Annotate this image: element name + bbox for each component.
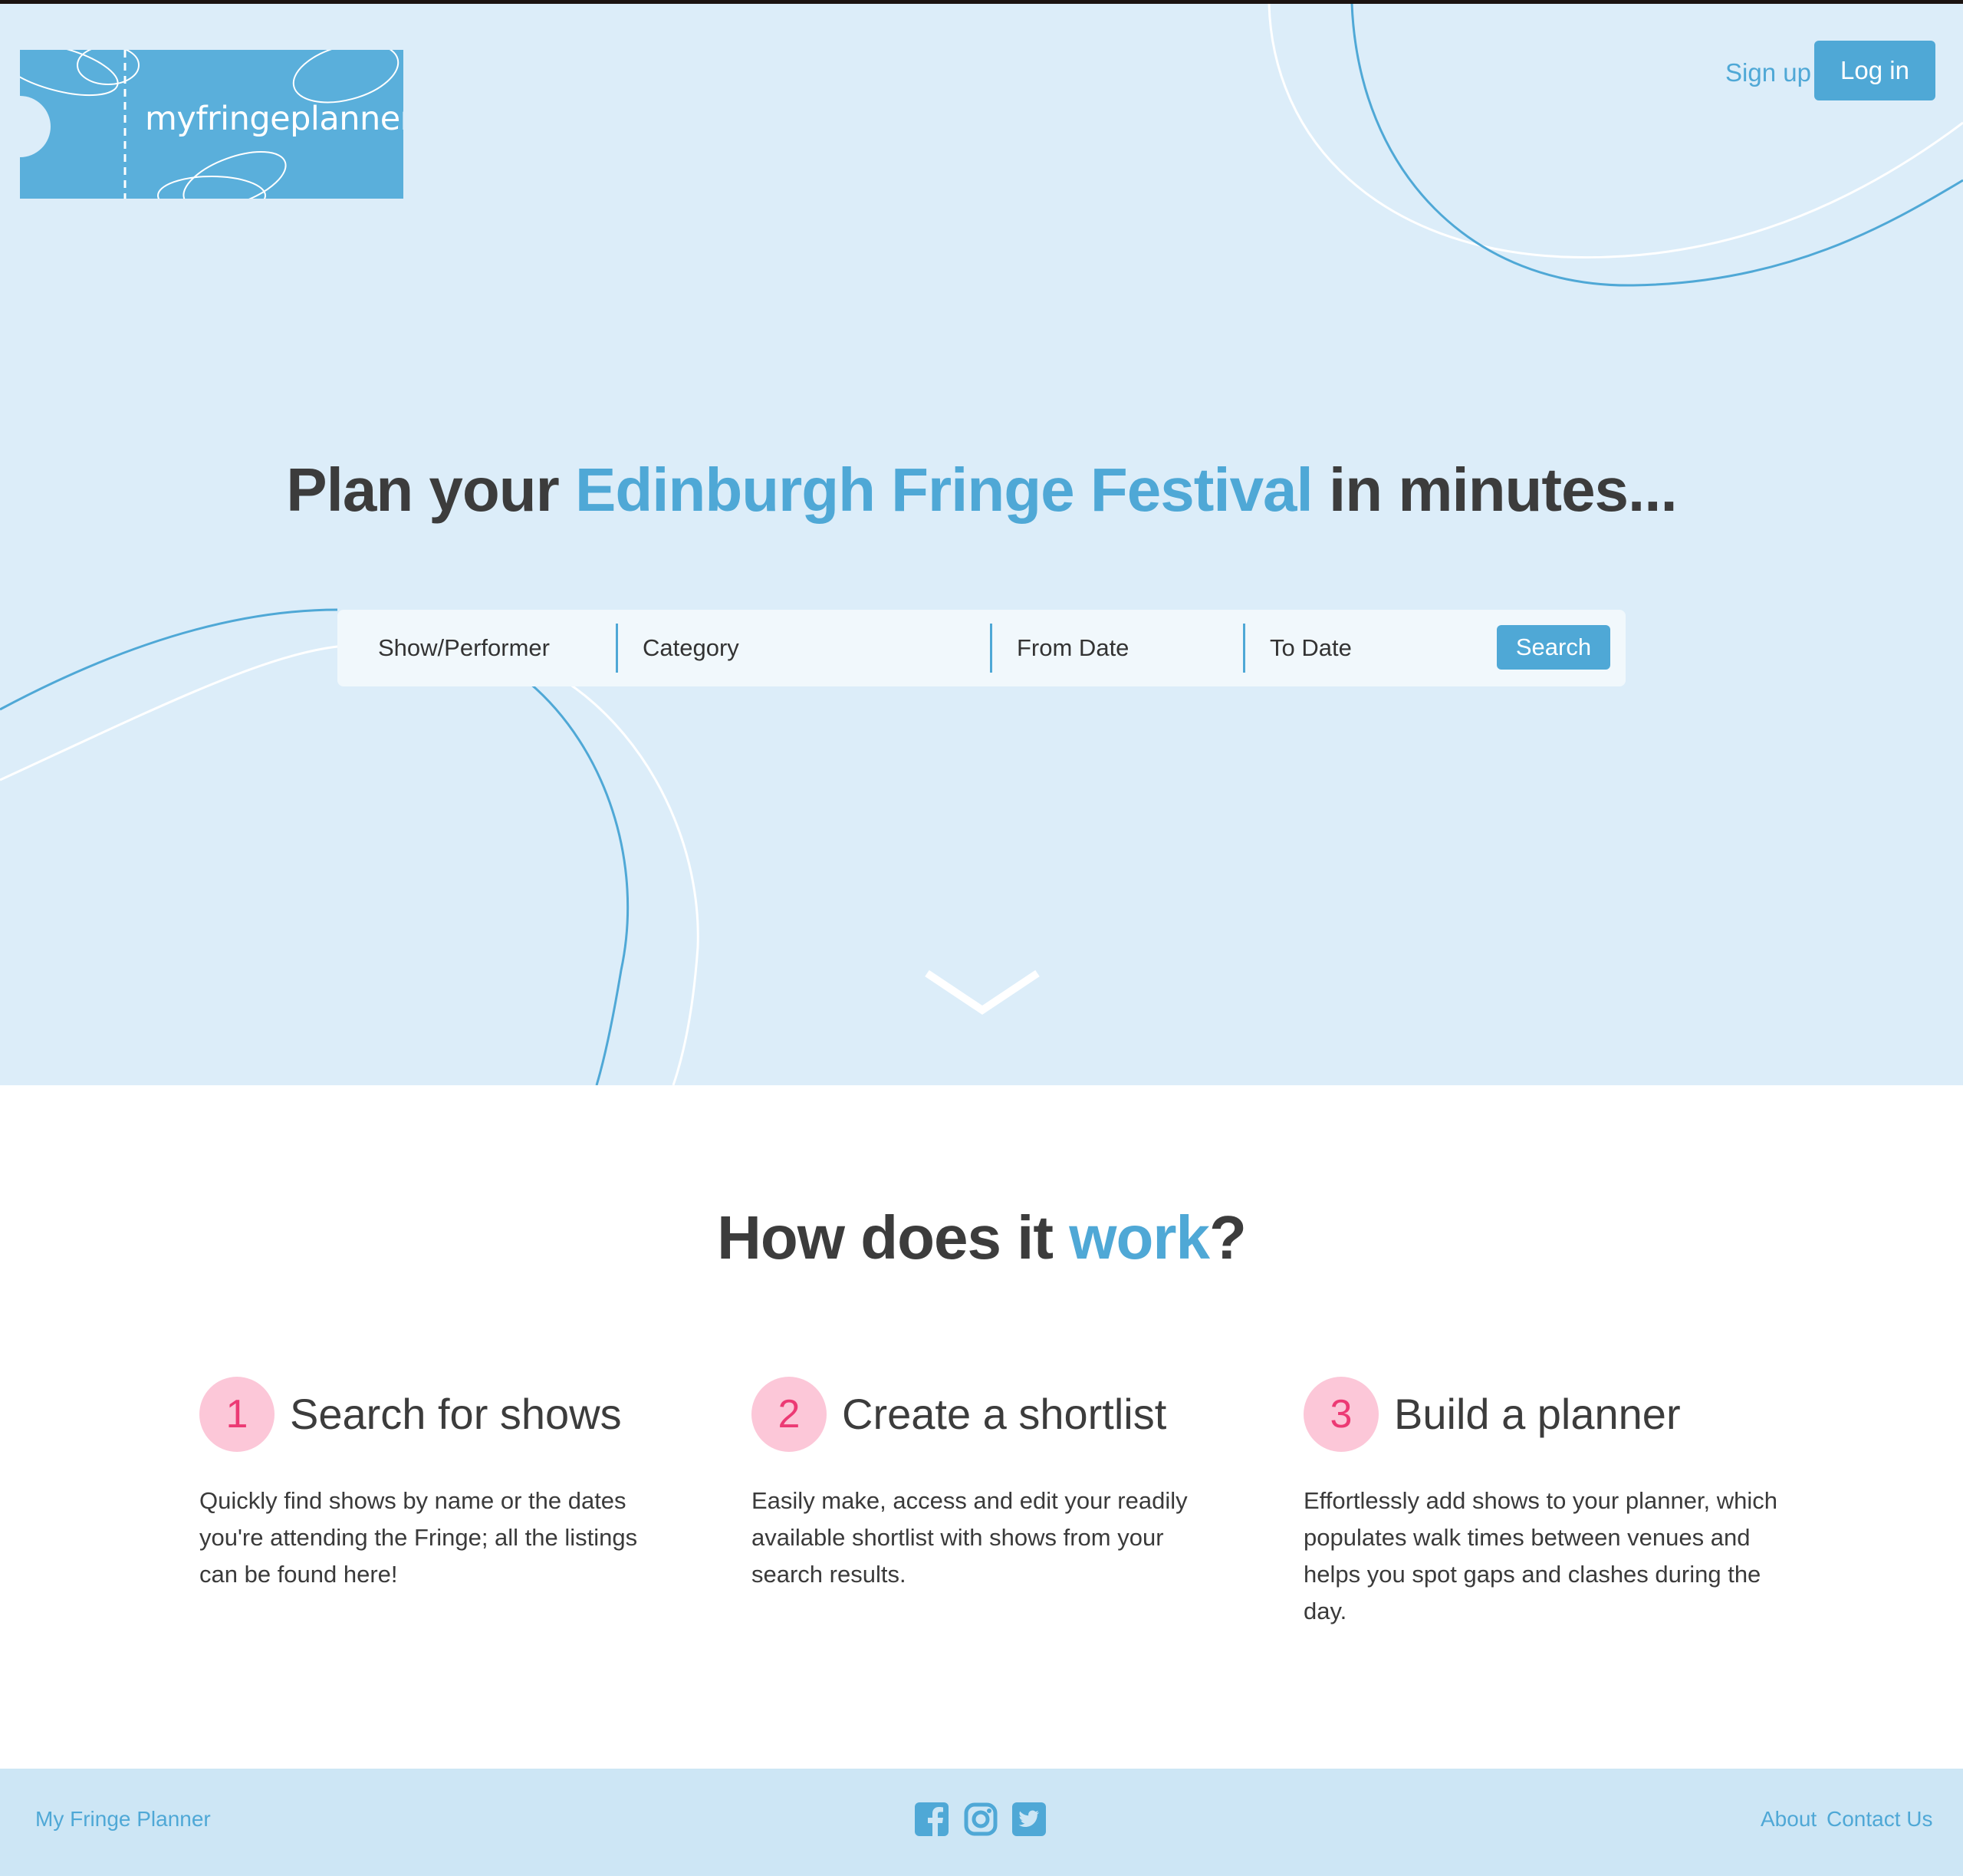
footer-about-link[interactable]: About xyxy=(1761,1807,1817,1832)
logo[interactable]: myfringeplanner xyxy=(20,50,403,199)
footer-brand-link[interactable]: My Fringe Planner xyxy=(35,1807,211,1832)
step-number-badge: 2 xyxy=(751,1377,827,1452)
step-number-badge: 3 xyxy=(1304,1377,1379,1452)
scroll-down-chevron-icon[interactable] xyxy=(921,963,1044,1024)
how-title-suffix: ? xyxy=(1208,1203,1247,1272)
step-description: Easily make, access and edit your readil… xyxy=(751,1487,1188,1588)
step-number-badge: 1 xyxy=(199,1377,275,1452)
how-title-accent: work xyxy=(1069,1203,1210,1272)
search-divider xyxy=(616,624,618,673)
hero-section: myfringeplanner Sign up Log in Plan your… xyxy=(0,4,1963,1085)
show-performer-field[interactable]: Show/Performer xyxy=(378,627,550,670)
search-button[interactable]: Search xyxy=(1497,625,1610,670)
step-description: Effortlessly add shows to your planner, … xyxy=(1304,1487,1778,1624)
footer-contact-link[interactable]: Contact Us xyxy=(1827,1807,1933,1832)
step-title: Create a shortlist xyxy=(842,1390,1167,1438)
headline-accent: Edinburgh Fringe Festival xyxy=(575,456,1314,524)
search-bar: Show/Performer Category From Date To Dat… xyxy=(337,610,1626,686)
hero-headline: Plan your Edinburgh Fringe Festival in m… xyxy=(0,455,1963,525)
login-button[interactable]: Log in xyxy=(1814,41,1935,100)
how-title-prefix: How does it xyxy=(717,1203,1070,1272)
headline-suffix: in minutes... xyxy=(1312,456,1678,524)
how-it-works-title: How does it work? xyxy=(0,1203,1963,1273)
facebook-icon[interactable] xyxy=(915,1802,949,1836)
headline-prefix: Plan your xyxy=(286,456,576,524)
step-title: Build a planner xyxy=(1394,1390,1681,1438)
search-divider xyxy=(990,624,992,673)
logo-text: myfringeplanner xyxy=(145,100,403,138)
instagram-icon[interactable] xyxy=(964,1802,998,1836)
search-divider xyxy=(1243,624,1245,673)
footer: My Fringe Planner About Contact Us xyxy=(0,1769,1963,1876)
to-date-field[interactable]: To Date xyxy=(1270,627,1352,670)
twitter-icon[interactable] xyxy=(1012,1802,1046,1836)
step-description: Quickly find shows by name or the dates … xyxy=(199,1487,638,1588)
step-title: Search for shows xyxy=(290,1390,622,1438)
from-date-field[interactable]: From Date xyxy=(1017,627,1129,670)
category-field[interactable]: Category xyxy=(643,627,739,670)
signup-link[interactable]: Sign up xyxy=(1725,54,1811,92)
